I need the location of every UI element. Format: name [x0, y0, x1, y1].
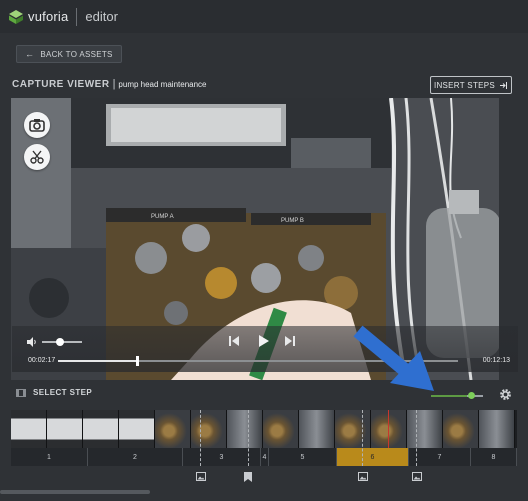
frame-thumbnail[interactable]: [227, 410, 263, 448]
step-number: 4: [262, 453, 267, 461]
select-step-label: SELECT STEP: [33, 388, 93, 397]
insert-steps-label: INSERT STEPS: [433, 80, 496, 90]
step-number: 8: [491, 453, 496, 461]
page-title: CAPTURE VIEWER | pump head maintenance: [12, 78, 206, 90]
progress-fill: [58, 360, 138, 362]
scissors-icon: [30, 150, 44, 164]
arrow-left-icon: ←: [25, 49, 35, 59]
step-number: 1: [47, 453, 51, 461]
vuforia-logo-icon: [9, 9, 23, 24]
brand-name: vuforia: [28, 9, 69, 24]
frame-thumbnail[interactable]: [407, 410, 443, 448]
total-time: 00:12:13: [482, 357, 510, 364]
brand-divider: [76, 7, 78, 26]
frame-thumbnail[interactable]: [263, 410, 299, 448]
previous-step-icon[interactable]: [228, 335, 240, 347]
page-title-main: CAPTURE VIEWER: [12, 79, 110, 90]
frame-thumbnail[interactable]: [299, 410, 335, 448]
pump-b-label: PUMP B: [281, 218, 304, 224]
annotation-marker-line: [362, 410, 363, 466]
step-number: 2: [133, 453, 137, 461]
image-icon[interactable]: [196, 472, 206, 481]
back-to-assets-button[interactable]: ← BACK TO ASSETS: [16, 45, 122, 63]
insert-steps-button[interactable]: INSERT STEPS: [430, 76, 512, 94]
frame-thumbnail[interactable]: [443, 410, 479, 448]
step-segment[interactable]: 1: [11, 448, 88, 466]
next-step-icon[interactable]: [284, 335, 296, 347]
video-controls: 00:02:17 00:12:13: [12, 326, 518, 372]
annotation-marker-line: [416, 410, 417, 466]
frame-thumbnail[interactable]: [191, 410, 227, 448]
progress-handle[interactable]: [136, 356, 139, 366]
annotation-icons: [11, 470, 517, 488]
horizontal-scrollbar[interactable]: [0, 490, 150, 494]
insert-arrow-icon: [500, 81, 508, 89]
top-bar: vuforia editor: [0, 0, 528, 33]
frame-thumbnail[interactable]: [47, 410, 83, 448]
play-icon[interactable]: [257, 335, 269, 347]
step-number: 6: [370, 453, 375, 461]
select-step-header: SELECT STEP: [16, 388, 92, 397]
step-segment[interactable]: 3: [183, 448, 261, 466]
pump-a-label: PUMP A: [151, 214, 174, 220]
product-name: editor: [85, 9, 118, 24]
step-segment[interactable]: 7: [409, 448, 471, 466]
frame-thumbnail[interactable]: [11, 410, 47, 448]
volume-slider-handle[interactable]: [56, 338, 64, 346]
zoom-slider-handle[interactable]: [468, 392, 475, 399]
annotation-marker-line: [248, 410, 249, 466]
step-segment[interactable]: 2: [88, 448, 183, 466]
step-number: 3: [219, 453, 224, 461]
capture-frame-button[interactable]: [24, 112, 50, 138]
step-segment[interactable]: 4: [261, 448, 269, 466]
volume-icon[interactable]: [26, 336, 38, 348]
step-segment[interactable]: 5: [269, 448, 337, 466]
callout-arrow-icon: [353, 325, 434, 391]
filmstrip-icon: [16, 388, 26, 397]
frame-thumbnail[interactable]: [479, 410, 515, 448]
back-to-assets-label: BACK TO ASSETS: [40, 49, 113, 59]
image-icon[interactable]: [358, 472, 368, 481]
step-segments: 1 2 3 4 5 6 7 8: [11, 448, 517, 466]
split-clip-button[interactable]: [24, 144, 50, 170]
step-segment[interactable]: 8: [471, 448, 517, 466]
frame-thumbnail[interactable]: [119, 410, 155, 448]
camera-icon: [29, 119, 45, 132]
gear-icon[interactable]: [499, 388, 512, 401]
step-number: 5: [300, 453, 305, 461]
filmstrip[interactable]: [11, 410, 517, 448]
playhead-marker[interactable]: [388, 410, 389, 448]
step-segment-active[interactable]: 6: [337, 448, 409, 466]
frame-thumbnail[interactable]: [155, 410, 191, 448]
title-separator: |: [112, 78, 116, 90]
frame-thumbnail[interactable]: [335, 410, 371, 448]
current-time: 00:02:17: [28, 357, 56, 364]
capture-name: pump head maintenance: [118, 80, 207, 89]
frame-thumbnail[interactable]: [371, 410, 407, 448]
frame-thumbnail[interactable]: [83, 410, 119, 448]
annotation-marker-line: [200, 410, 201, 466]
bookmark-icon[interactable]: [244, 472, 252, 482]
image-icon[interactable]: [412, 472, 422, 481]
step-number: 7: [437, 453, 442, 461]
